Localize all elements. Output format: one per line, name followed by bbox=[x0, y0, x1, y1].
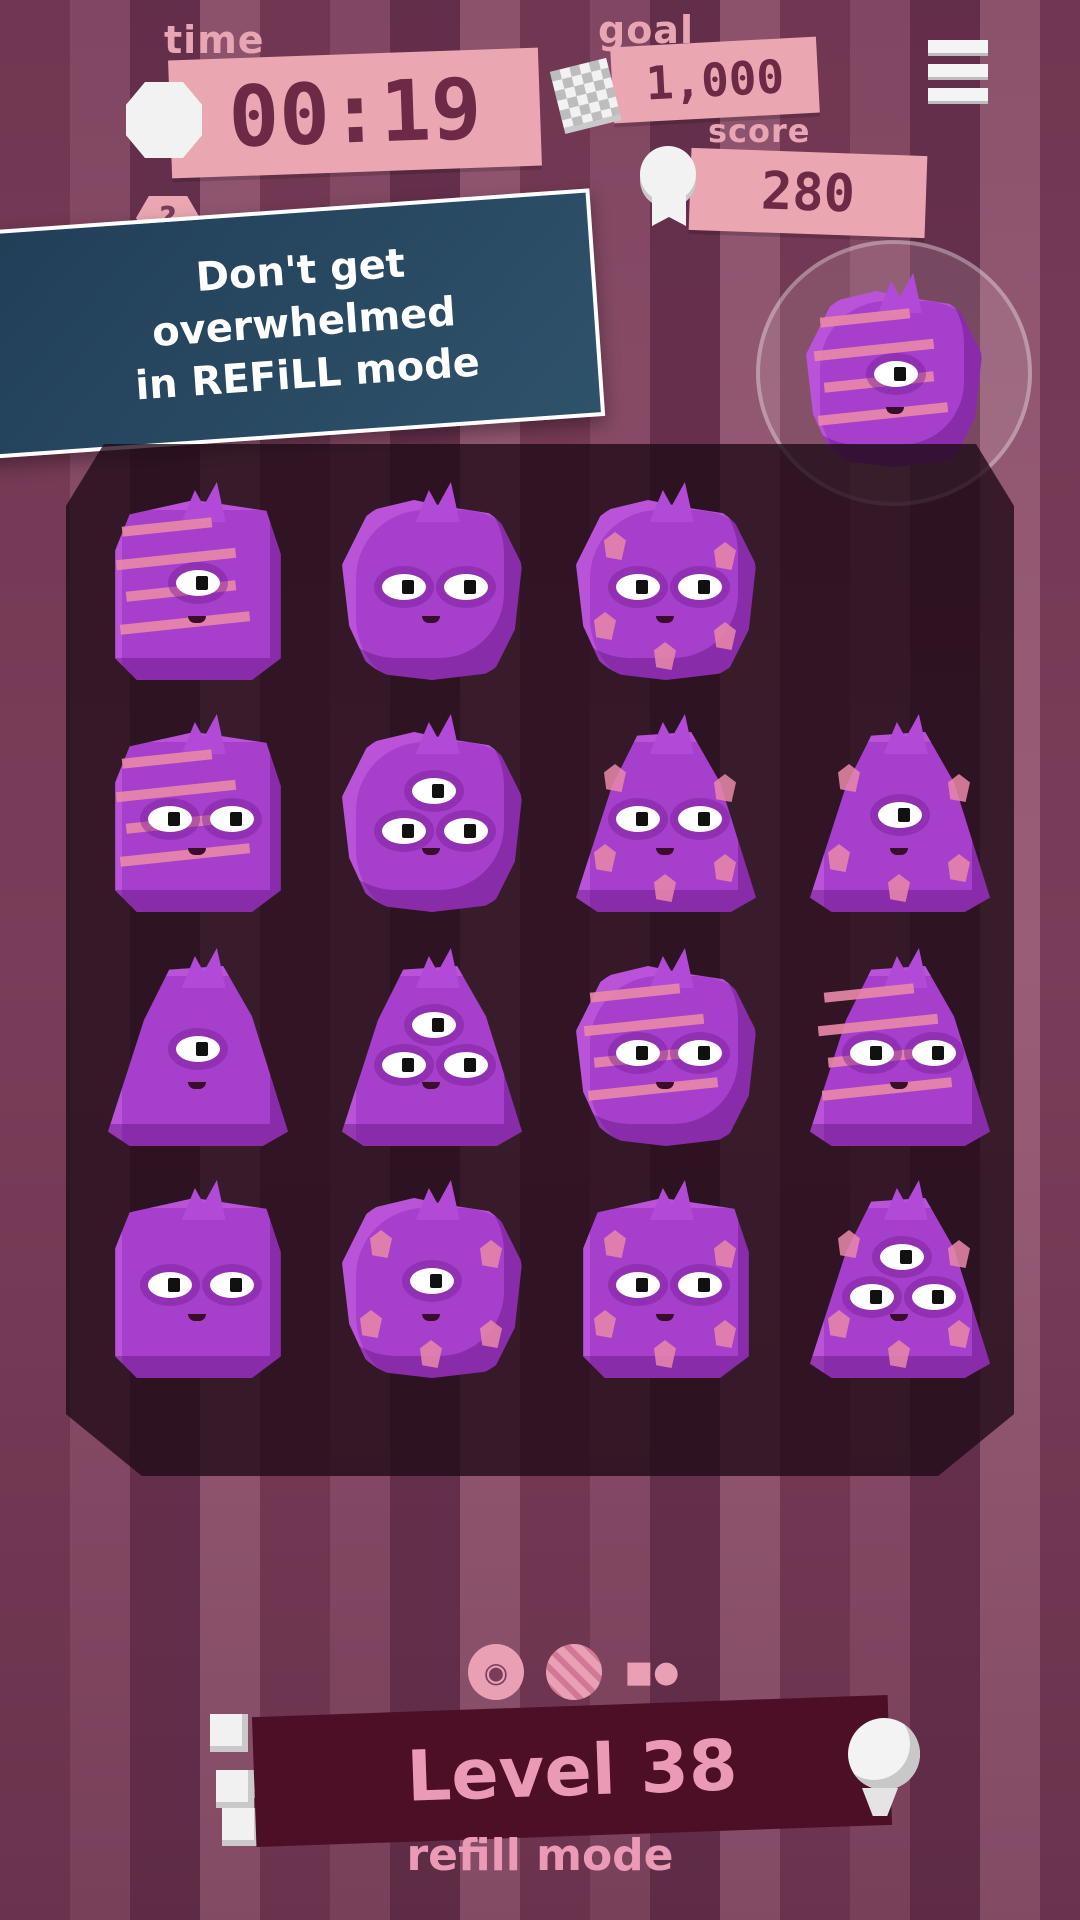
monster-body bbox=[115, 1198, 281, 1378]
level-bar: Level 38 bbox=[251, 1694, 893, 1848]
monster-tile[interactable] bbox=[96, 948, 300, 1152]
monster-eye bbox=[850, 1040, 894, 1066]
cube-icon bbox=[210, 1714, 248, 1752]
monster-eye bbox=[444, 818, 488, 844]
game-board[interactable] bbox=[66, 444, 1014, 1476]
monster-eye bbox=[678, 574, 722, 600]
monster-tile[interactable] bbox=[564, 714, 768, 918]
monster-body bbox=[342, 500, 522, 680]
monster-eye bbox=[410, 1268, 454, 1294]
monster-body bbox=[342, 966, 522, 1146]
monster-tile[interactable] bbox=[564, 482, 768, 686]
monster-eye bbox=[176, 570, 220, 596]
monster-eye bbox=[912, 1284, 956, 1310]
shapes-icon: ■● bbox=[624, 1654, 680, 1690]
monster-tile[interactable] bbox=[330, 714, 534, 918]
monster-eye bbox=[382, 818, 426, 844]
mode-label: refill mode bbox=[406, 1830, 674, 1881]
monster-eye bbox=[850, 1284, 894, 1310]
monster-eye bbox=[880, 1244, 924, 1270]
clock-icon bbox=[126, 82, 202, 158]
lightbulb-icon[interactable] bbox=[848, 1718, 920, 1790]
monster-eye bbox=[678, 1040, 722, 1066]
goal-value: 1,000 bbox=[610, 36, 820, 124]
monster-eye bbox=[382, 1052, 426, 1078]
ribbon-tail-icon bbox=[652, 196, 686, 226]
monster-eye bbox=[148, 1272, 192, 1298]
monster-tile[interactable] bbox=[96, 482, 300, 686]
monster-eye bbox=[678, 1272, 722, 1298]
monster-tile[interactable] bbox=[330, 1180, 534, 1384]
monster-eye bbox=[176, 1036, 220, 1062]
monster-eye bbox=[912, 1040, 956, 1066]
tip-banner: Don't get overwhelmed in REFiLL mode bbox=[0, 188, 606, 460]
monster-eye bbox=[210, 1272, 254, 1298]
menu-bar-icon bbox=[928, 88, 988, 101]
monster-tile[interactable] bbox=[96, 714, 300, 918]
monster-tile[interactable] bbox=[564, 948, 768, 1152]
monster-eye bbox=[148, 806, 192, 832]
monster-eye bbox=[412, 778, 456, 804]
monster-tile[interactable] bbox=[330, 948, 534, 1152]
held-monster bbox=[794, 273, 994, 473]
monster-eye bbox=[878, 802, 922, 828]
time-label: time bbox=[164, 18, 265, 62]
monster-body bbox=[342, 732, 522, 912]
cube-icon bbox=[216, 1770, 254, 1808]
menu-bar-icon bbox=[928, 64, 988, 77]
stripes-icon bbox=[546, 1644, 602, 1700]
monster-eye bbox=[616, 806, 660, 832]
level-label: Level 38 bbox=[405, 1724, 739, 1818]
score-value: 280 bbox=[688, 147, 928, 239]
monster-eye bbox=[616, 1272, 660, 1298]
monster-eye bbox=[616, 574, 660, 600]
monster-eye bbox=[210, 806, 254, 832]
monster-eye bbox=[412, 1012, 456, 1038]
menu-button[interactable] bbox=[928, 34, 1040, 114]
score-label: score bbox=[708, 112, 811, 150]
eye-icon: ◉ bbox=[468, 1644, 524, 1700]
monster-tile[interactable] bbox=[330, 482, 534, 686]
monster-tile[interactable] bbox=[798, 1180, 1002, 1384]
monster-tile[interactable] bbox=[564, 1180, 768, 1384]
mode-icons: ◉ ■● bbox=[468, 1644, 680, 1700]
checkered-flag-icon bbox=[549, 57, 621, 129]
tip-text: Don't get overwhelmed in REFiLL mode bbox=[39, 227, 569, 419]
ribbon-award-icon bbox=[640, 146, 696, 202]
monster-eye bbox=[616, 1040, 660, 1066]
monster-eye bbox=[678, 806, 722, 832]
monster-tile[interactable] bbox=[96, 1180, 300, 1384]
menu-bar-icon bbox=[928, 40, 988, 53]
monster-eye bbox=[382, 574, 426, 600]
monster-eye bbox=[444, 574, 488, 600]
monster-tile[interactable] bbox=[798, 714, 1002, 918]
monster-eye bbox=[874, 361, 918, 387]
monster-tile[interactable] bbox=[798, 948, 1002, 1152]
monster-eye bbox=[444, 1052, 488, 1078]
time-value: 00:19 bbox=[168, 47, 542, 179]
